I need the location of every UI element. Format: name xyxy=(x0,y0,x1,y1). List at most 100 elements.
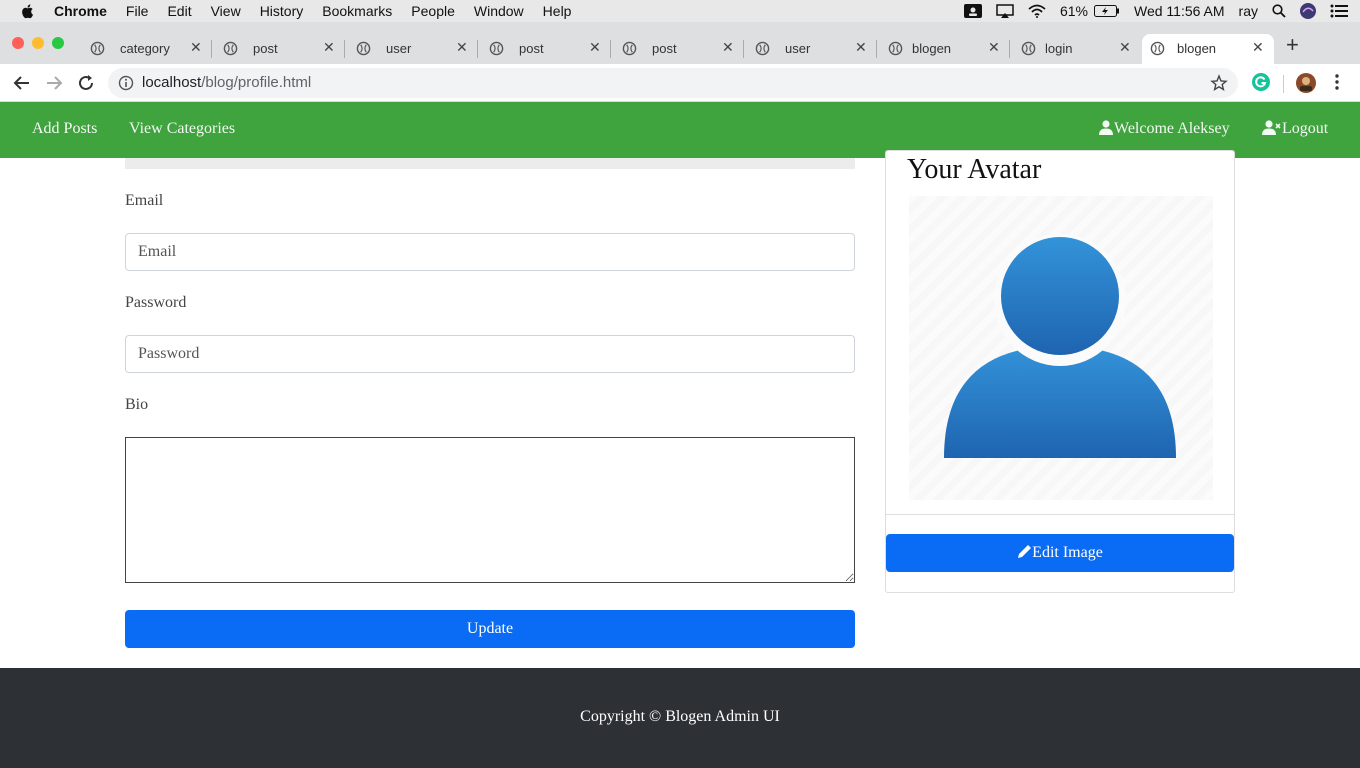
menu-bookmarks[interactable]: Bookmarks xyxy=(322,3,392,19)
profile-avatar-icon[interactable] xyxy=(1296,73,1316,93)
tab-close-icon[interactable]: ✕ xyxy=(855,39,867,56)
back-arrow-icon[interactable] xyxy=(11,72,33,94)
menubar-clock[interactable]: Wed 11:56 AM xyxy=(1134,3,1225,19)
tab-label: blogen xyxy=(1177,41,1217,56)
nav-add-posts[interactable]: Add Posts xyxy=(32,120,97,138)
tab-label: user xyxy=(386,41,412,56)
menubar-status-area: 61% Wed 11:56 AM ray xyxy=(963,0,1360,22)
avatar-card-title: Your Avatar xyxy=(907,154,1042,185)
minimize-window-button[interactable] xyxy=(32,37,44,49)
bio-textarea[interactable] xyxy=(125,437,855,583)
tab-separator xyxy=(610,40,611,58)
menubar-user[interactable]: ray xyxy=(1239,3,1258,19)
grammarly-extension-icon[interactable] xyxy=(1252,73,1270,91)
nav-welcome-user[interactable]: Welcome Aleksey xyxy=(1099,120,1230,138)
apple-icon[interactable] xyxy=(20,3,36,19)
tab-post[interactable]: post ✕ xyxy=(215,34,340,64)
welcome-label: Welcome Aleksey xyxy=(1114,120,1230,137)
forward-arrow-icon[interactable] xyxy=(43,72,65,94)
edit-image-label: Edit Image xyxy=(1032,544,1103,561)
tab-login[interactable]: login ✕ xyxy=(1013,34,1138,64)
siri-icon[interactable] xyxy=(1300,3,1316,19)
url-text[interactable]: localhost/blog/profile.html xyxy=(142,74,311,91)
toolbar-separator xyxy=(1283,75,1284,93)
email-field[interactable] xyxy=(125,233,855,271)
url-path: /blog/profile.html xyxy=(201,74,312,91)
menu-app-name[interactable]: Chrome xyxy=(54,3,107,19)
edit-image-button[interactable]: Edit Image xyxy=(886,534,1234,572)
reload-icon[interactable] xyxy=(75,72,97,94)
tab-close-icon[interactable]: ✕ xyxy=(456,39,468,56)
password-field[interactable] xyxy=(125,335,855,373)
tab-close-icon[interactable]: ✕ xyxy=(1252,39,1264,56)
menu-edit[interactable]: Edit xyxy=(167,3,191,19)
notification-center-icon[interactable] xyxy=(1330,4,1348,18)
tab-separator xyxy=(477,40,478,58)
password-label: Password xyxy=(125,294,187,311)
tab-close-icon[interactable]: ✕ xyxy=(988,39,1000,56)
tab-blogen[interactable]: blogen ✕ xyxy=(880,34,1005,64)
tab-label: post xyxy=(253,41,278,56)
globe-favicon-icon xyxy=(223,41,238,56)
globe-favicon-icon xyxy=(90,41,105,56)
email-label: Email xyxy=(125,192,164,209)
nav-logout[interactable]: Logout xyxy=(1262,120,1328,138)
globe-favicon-icon xyxy=(888,41,903,56)
menu-file[interactable]: File xyxy=(126,3,149,19)
spotlight-search-icon[interactable] xyxy=(1272,4,1286,18)
tab-close-icon[interactable]: ✕ xyxy=(589,39,601,56)
url-host: localhost xyxy=(142,74,202,91)
menu-help[interactable]: Help xyxy=(543,3,572,19)
battery-icon[interactable] xyxy=(1094,5,1120,17)
macos-menubar: Chrome File Edit View History Bookmarks … xyxy=(0,0,1360,22)
pencil-icon xyxy=(1018,545,1032,558)
tab-label: blogen xyxy=(912,41,952,56)
globe-favicon-icon xyxy=(1021,41,1036,56)
menu-history[interactable]: History xyxy=(260,3,304,19)
tab-post[interactable]: post ✕ xyxy=(614,34,739,64)
globe-favicon-icon xyxy=(489,41,504,56)
tab-close-icon[interactable]: ✕ xyxy=(323,39,335,56)
tab-label: user xyxy=(785,41,811,56)
update-button[interactable]: Update xyxy=(125,610,855,648)
card-divider xyxy=(886,514,1234,515)
globe-favicon-icon xyxy=(356,41,371,56)
tab-close-icon[interactable]: ✕ xyxy=(1119,39,1131,56)
avatar xyxy=(909,196,1213,500)
tab-separator xyxy=(211,40,212,58)
logout-label: Logout xyxy=(1282,120,1329,137)
chrome-menu-icon[interactable] xyxy=(1334,73,1340,91)
tab-close-icon[interactable]: ✕ xyxy=(190,39,202,56)
airplay-icon[interactable] xyxy=(996,4,1014,18)
page-footer: Copyright © Blogen Admin UI xyxy=(0,668,1360,768)
tab-label: post xyxy=(652,41,677,56)
battery-percent: 61% xyxy=(1059,3,1088,19)
footer-copyright: Copyright © Blogen Admin UI xyxy=(580,708,780,725)
wifi-icon[interactable] xyxy=(1028,4,1046,18)
bio-label: Bio xyxy=(125,396,149,413)
tab-user[interactable]: user ✕ xyxy=(747,34,872,64)
nav-view-categories[interactable]: View Categories xyxy=(129,120,235,138)
browser-toolbar: localhost/blog/profile.html xyxy=(0,64,1360,102)
tab-post[interactable]: post ✕ xyxy=(481,34,606,64)
address-bar[interactable]: localhost/blog/profile.html xyxy=(108,68,1238,98)
tab-user[interactable]: user ✕ xyxy=(348,34,473,64)
menu-people[interactable]: People xyxy=(411,3,455,19)
contact-card-icon[interactable] xyxy=(963,4,982,18)
menu-view[interactable]: View xyxy=(211,3,241,19)
maximize-window-button[interactable] xyxy=(52,37,64,49)
tab-close-icon[interactable]: ✕ xyxy=(722,39,734,56)
globe-favicon-icon xyxy=(622,41,637,56)
close-window-button[interactable] xyxy=(12,37,24,49)
tab-blogen-active[interactable]: blogen ✕ xyxy=(1142,34,1274,64)
user-times-icon xyxy=(1262,120,1281,135)
new-tab-button[interactable]: + xyxy=(1286,32,1299,58)
card-header-strip xyxy=(125,158,855,169)
tab-separator xyxy=(743,40,744,58)
bookmark-star-icon[interactable] xyxy=(1210,74,1228,92)
browser-tab-strip: category ✕ post ✕ user ✕ post ✕ post ✕ u… xyxy=(0,22,1360,64)
menu-window[interactable]: Window xyxy=(474,3,524,19)
info-icon[interactable] xyxy=(118,75,134,91)
tab-category[interactable]: category ✕ xyxy=(82,34,207,64)
tab-label: login xyxy=(1045,41,1073,56)
